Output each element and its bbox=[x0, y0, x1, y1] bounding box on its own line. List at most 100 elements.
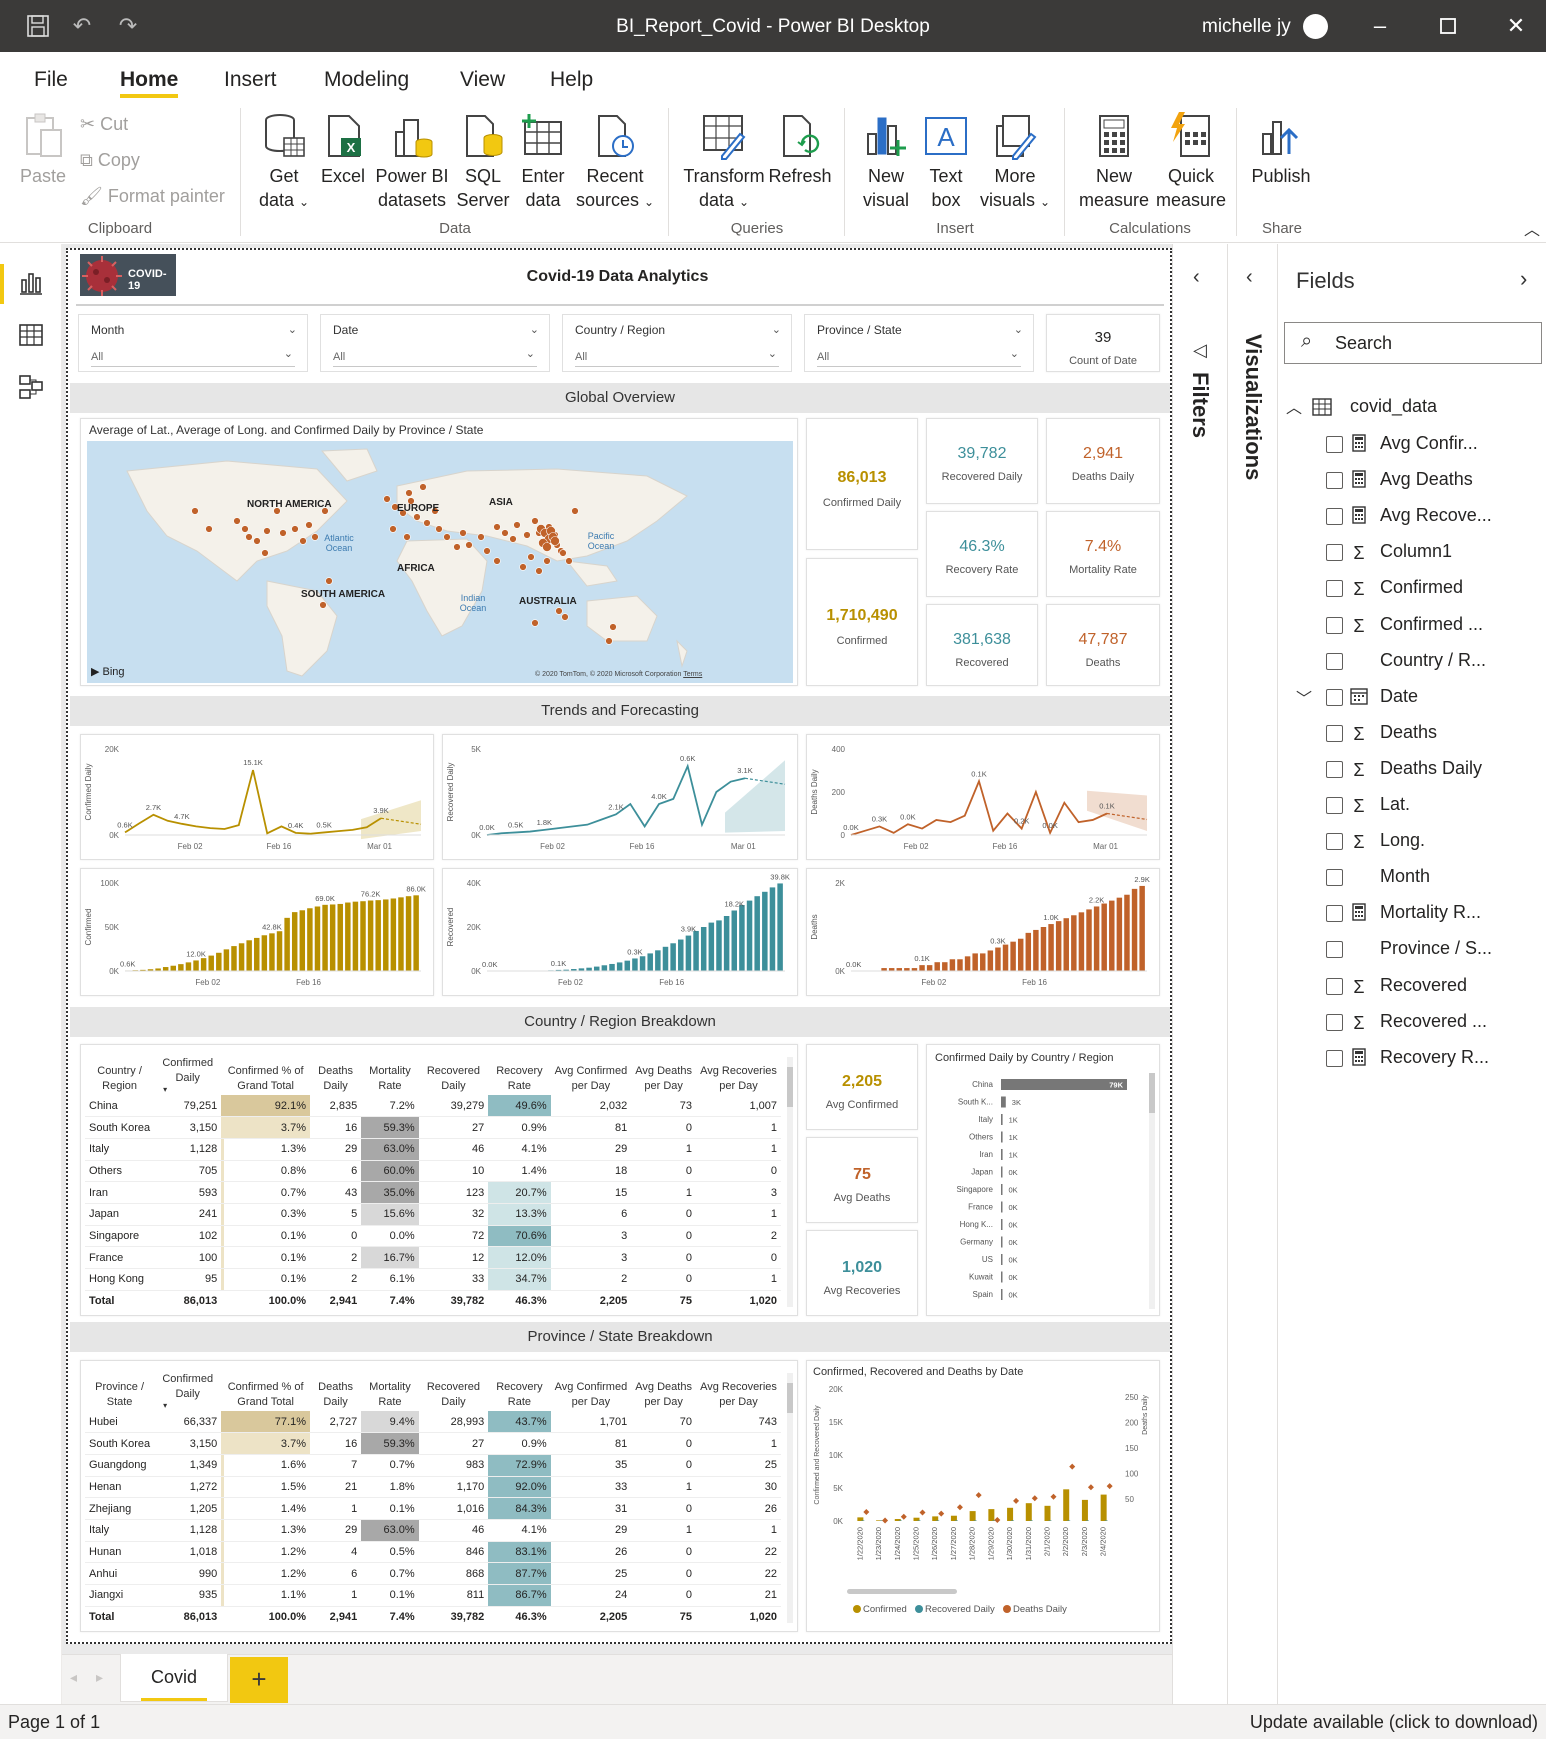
menu-help[interactable]: Help bbox=[550, 68, 593, 92]
slicer-date[interactable]: Date ⌄ All ⌄ bbox=[320, 314, 550, 372]
field-item[interactable]: Month bbox=[1278, 863, 1546, 893]
update-available-link[interactable]: Update available (click to download) bbox=[1250, 1712, 1538, 1733]
filters-pane[interactable]: ‹ ◁ Filters bbox=[1172, 244, 1228, 1704]
table-row[interactable]: Zhejiang 1,205 1.4% 1 0.1% 1,016 84.3% 31 0 26 bbox=[85, 1497, 781, 1520]
field-item[interactable]: Σ Column1 bbox=[1278, 538, 1546, 568]
field-checkbox[interactable] bbox=[1326, 869, 1343, 887]
field-checkbox[interactable] bbox=[1326, 436, 1343, 453]
kpi-deaths[interactable]: 47,787 Deaths bbox=[1046, 604, 1160, 686]
kpi-recovered[interactable]: 381,638 Recovered bbox=[926, 604, 1038, 686]
transform-data-button[interactable]: Transform data ⌄ bbox=[682, 112, 766, 214]
table-row[interactable]: Jiangxi 935 1.1% 1 0.1% 811 86.7% 24 0 21 bbox=[85, 1584, 781, 1607]
kpi-confirmed-daily[interactable]: 86,013 Confirmed Daily bbox=[806, 418, 918, 550]
slicer-date-value[interactable]: All bbox=[333, 347, 537, 367]
recent-sources-button[interactable]: Recent sources ⌄ bbox=[574, 112, 656, 214]
table-row[interactable]: Singapore 102 0.1% 0 0.0% 72 70.6% 3 0 2 bbox=[85, 1225, 781, 1248]
copy-button[interactable]: ⧉ Copy bbox=[80, 150, 140, 171]
field-item[interactable]: Σ Deaths Daily bbox=[1278, 755, 1546, 785]
field-item[interactable]: Σ Lat. bbox=[1278, 791, 1546, 821]
table-row[interactable]: Others 705 0.8% 6 60.0% 10 1.4% 18 0 0 bbox=[85, 1160, 781, 1183]
field-item[interactable]: Σ Deaths bbox=[1278, 719, 1546, 749]
table-row[interactable]: Italy 1,128 1.3% 29 63.0% 46 4.1% 29 1 1 bbox=[85, 1138, 781, 1161]
close-button[interactable]: ✕ bbox=[1496, 8, 1536, 44]
table-row[interactable]: Anhui 990 1.2% 6 0.7% 868 87.7% 25 0 22 bbox=[85, 1562, 781, 1585]
format-painter-button[interactable]: 🖌 Format painter bbox=[80, 186, 225, 207]
table-row[interactable]: Iran 593 0.7% 43 35.0% 123 20.7% 15 1 3 bbox=[85, 1181, 781, 1204]
field-item[interactable]: Avg Recove... bbox=[1278, 502, 1546, 532]
column-header[interactable]: Country / Region bbox=[85, 1055, 154, 1095]
field-checkbox[interactable] bbox=[1326, 472, 1343, 490]
field-item[interactable]: Σ Recovered ... bbox=[1278, 1008, 1546, 1038]
count-of-date-card[interactable]: 39 Count of Date bbox=[1046, 314, 1160, 372]
maximize-button[interactable] bbox=[1428, 8, 1468, 44]
slicer-month[interactable]: Month ⌄ All ⌄ bbox=[78, 314, 308, 372]
chevron-left-icon[interactable]: ‹ bbox=[1193, 266, 1200, 289]
column-header[interactable]: Avg Confirmed per Day bbox=[551, 1371, 632, 1411]
scrollbar[interactable] bbox=[787, 1057, 793, 1307]
collapse-ribbon-icon[interactable]: ︿ bbox=[1524, 216, 1540, 240]
chart-confirmed[interactable]: Confirmed 100K 50K 0K 0.6K 12.0K 42.8K 69.0K 76.… bbox=[80, 868, 434, 996]
field-checkbox[interactable] bbox=[1326, 797, 1343, 814]
new-visual-button[interactable]: New visual bbox=[854, 112, 918, 212]
table-row[interactable]: Hong Kong 95 0.1% 2 6.1% 33 34.7% 2 0 1 bbox=[85, 1268, 781, 1291]
kpi-deaths-daily[interactable]: 2,941 Deaths Daily bbox=[1046, 418, 1160, 504]
paste-button[interactable]: Paste bbox=[14, 112, 72, 188]
field-checkbox[interactable] bbox=[1326, 1049, 1343, 1067]
field-checkbox[interactable] bbox=[1326, 977, 1343, 995]
field-checkbox[interactable] bbox=[1326, 508, 1343, 526]
field-item[interactable]: Mortality R... bbox=[1278, 899, 1546, 929]
field-item[interactable]: Σ Confirmed bbox=[1278, 574, 1546, 604]
column-header[interactable]: Avg Recoveries per Day bbox=[696, 1055, 781, 1095]
field-item[interactable]: ﹀ Date bbox=[1278, 683, 1546, 713]
kpi-avg-deaths[interactable]: 75 Avg Deaths bbox=[806, 1137, 918, 1223]
province-matrix[interactable]: Province / State Confirmed Daily ▾ Confirme… bbox=[80, 1360, 798, 1632]
excel-button[interactable]: X Excel bbox=[316, 112, 370, 188]
slicer-country[interactable]: Country / Region ⌄ All ⌄ bbox=[562, 314, 792, 372]
chevron-left-icon[interactable]: ◂ bbox=[70, 1669, 77, 1686]
column-header[interactable]: Avg Deaths per Day bbox=[631, 1371, 696, 1411]
map-terms-link[interactable]: Terms bbox=[683, 671, 702, 678]
column-header[interactable]: Avg Confirmed per Day bbox=[551, 1055, 632, 1095]
field-checkbox[interactable] bbox=[1326, 905, 1343, 923]
kpi-avg-confirmed[interactable]: 2,205 Avg Confirmed bbox=[806, 1044, 918, 1130]
chart-recovered-daily[interactable]: Recovered Daily 5K 0K 0.0K 0.5K 1.8K 2.1K 4.0K 0… bbox=[442, 734, 798, 860]
quick-measure-button[interactable]: Quick measure bbox=[1152, 112, 1230, 212]
column-header[interactable]: Recovery Rate bbox=[488, 1055, 550, 1095]
chart-confirmed-by-country[interactable]: Confirmed Daily by Country / Region China… bbox=[926, 1044, 1160, 1316]
chart-deaths-daily[interactable]: Deaths Daily 400 200 0 0.0K 0.3K 0.0K 0.1K 0.2K 0… bbox=[806, 734, 1160, 860]
model-view-icon[interactable] bbox=[18, 374, 44, 400]
slicer-province-value[interactable]: All bbox=[817, 347, 1021, 367]
column-header[interactable]: Avg Deaths per Day bbox=[631, 1055, 696, 1095]
more-visuals-button[interactable]: More visuals ⌄ bbox=[974, 112, 1056, 214]
table-covid-data[interactable]: ︿ covid_data bbox=[1278, 392, 1546, 422]
power-bi-datasets-button[interactable]: Power BI datasets bbox=[370, 112, 454, 212]
menu-insert[interactable]: Insert bbox=[224, 68, 277, 92]
column-header[interactable]: Deaths Daily bbox=[310, 1371, 361, 1411]
table-row[interactable]: Hubei 66,337 77.1% 2,727 9.4% 28,993 43.7% 1,70… bbox=[85, 1411, 781, 1434]
column-header[interactable]: Province / State bbox=[85, 1371, 154, 1411]
table-row[interactable]: Japan 241 0.3% 5 15.6% 32 13.3% 6 0 1 bbox=[85, 1203, 781, 1226]
column-header[interactable]: Mortality Rate bbox=[361, 1371, 418, 1411]
field-item[interactable]: Avg Deaths bbox=[1278, 466, 1546, 496]
page-tab-covid[interactable]: Covid bbox=[120, 1654, 228, 1702]
kpi-confirmed[interactable]: 1,710,490 Confirmed bbox=[806, 558, 918, 686]
chart-confirmed-daily[interactable]: Confirmed Daily 20K 0K 0.6K 2.7K 4.7K 15.1K 0.4… bbox=[80, 734, 434, 860]
filters-label[interactable]: Filters bbox=[1187, 372, 1213, 438]
sql-server-button[interactable]: SQL Server bbox=[454, 112, 512, 212]
column-header[interactable]: Recovery Rate bbox=[488, 1371, 550, 1411]
menu-file[interactable]: File bbox=[34, 68, 68, 92]
chevron-right-icon[interactable]: › bbox=[1520, 266, 1527, 292]
new-measure-button[interactable]: New measure bbox=[1076, 112, 1152, 212]
slicer-month-value[interactable]: All bbox=[91, 347, 295, 367]
column-header[interactable]: Deaths Daily bbox=[310, 1055, 361, 1095]
menu-modeling[interactable]: Modeling bbox=[324, 68, 409, 92]
get-data-button[interactable]: Get data ⌄ bbox=[252, 112, 316, 214]
kpi-recovery-rate[interactable]: 46.3% Recovery Rate bbox=[926, 511, 1038, 597]
slicer-province[interactable]: Province / State ⌄ All ⌄ bbox=[804, 314, 1034, 372]
field-item[interactable]: Recovery R... bbox=[1278, 1044, 1546, 1074]
table-row[interactable]: Henan 1,272 1.5% 21 1.8% 1,170 92.0% 33 1 30 bbox=[85, 1476, 781, 1499]
scrollbar[interactable] bbox=[787, 1373, 793, 1623]
field-item[interactable]: Σ Recovered bbox=[1278, 972, 1546, 1002]
table-row[interactable]: South Korea 3,150 3.7% 16 59.3% 27 0.9% 81 0 1 bbox=[85, 1116, 781, 1139]
refresh-button[interactable]: Refresh bbox=[766, 112, 834, 188]
